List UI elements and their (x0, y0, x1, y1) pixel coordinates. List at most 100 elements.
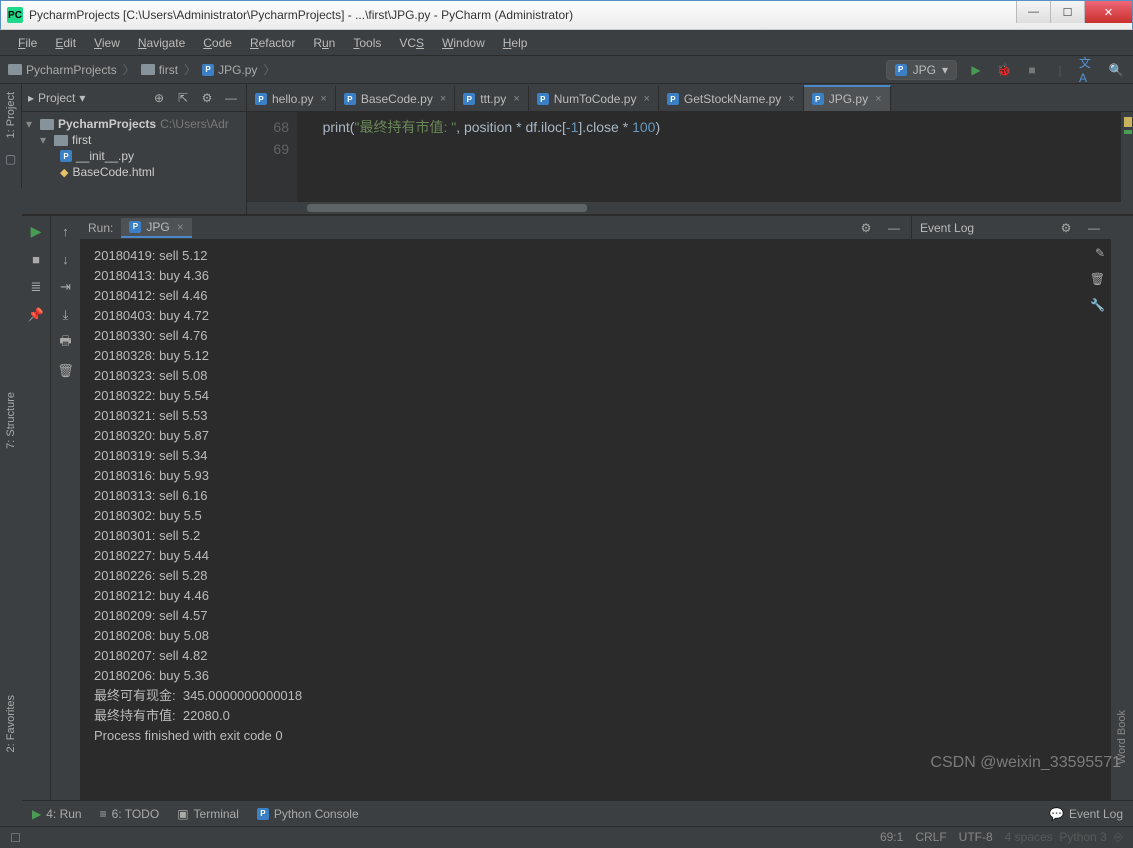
close-icon[interactable]: × (177, 220, 184, 234)
tab-label: ttt.py (480, 92, 506, 106)
layout-icon[interactable]: ≣ (27, 278, 45, 296)
menu-edit[interactable]: Edit (47, 33, 84, 53)
console-line: Process finished with exit code 0 (94, 726, 897, 746)
run-label: Run: (88, 221, 113, 235)
breadcrumb-file[interactable]: JPG.py (218, 63, 257, 77)
close-icon[interactable]: × (643, 93, 649, 105)
up-icon[interactable]: ↑ (57, 222, 75, 240)
menu-window[interactable]: Window (434, 33, 493, 53)
menu-view[interactable]: View (86, 33, 128, 53)
debug-button[interactable]: 🐞 (995, 61, 1013, 79)
code-text[interactable]: print("最终持有市值: ", position * df.iloc[-1]… (297, 112, 660, 202)
minimize-button[interactable]: — (1016, 1, 1050, 23)
menu-bar: File Edit View Navigate Code Refactor Ru… (0, 30, 1133, 56)
gear-icon[interactable]: ⚙ (198, 89, 216, 107)
tree-root[interactable]: ▾ PycharmProjects C:\Users\Adr (22, 116, 246, 132)
tree-folder[interactable]: ▾ first (22, 132, 246, 148)
delete-icon[interactable]: 🗑 (1090, 272, 1105, 286)
hide-icon[interactable]: — (222, 89, 240, 107)
stop-button[interactable]: ■ (27, 250, 45, 268)
python-icon (537, 93, 549, 105)
menu-tools[interactable]: Tools (345, 33, 389, 53)
tab-run-bottom[interactable]: ▶4: Run (32, 807, 82, 821)
tab-wordbook[interactable]: Word Book (1114, 706, 1130, 768)
editor-tab[interactable]: NumToCode.py× (529, 85, 659, 111)
file-encoding[interactable]: UTF-8 (959, 830, 993, 845)
project-panel-title[interactable]: Project (38, 91, 75, 105)
breadcrumb-folder[interactable]: first (159, 63, 178, 77)
wrench-icon[interactable]: 🔧 (1090, 298, 1105, 312)
rerun-button[interactable]: ▶ (27, 222, 45, 240)
context-label[interactable]: 4 spaces Python 3 ⎆ (1005, 830, 1123, 845)
run-tab[interactable]: JPG × (121, 218, 191, 238)
close-icon[interactable]: × (320, 93, 326, 105)
hide-icon[interactable]: — (1085, 219, 1103, 237)
tab-terminal[interactable]: ▣Terminal (177, 807, 239, 821)
menu-refactor[interactable]: Refactor (242, 33, 303, 53)
console-line: 20180313: sell 6.16 (94, 486, 897, 506)
collapse-icon[interactable]: ⇱ (174, 89, 192, 107)
gear-icon[interactable]: ⚙ (1057, 219, 1075, 237)
navigation-bar: PycharmProjects 〉 first 〉 JPG.py 〉 JPG ▾… (0, 56, 1133, 84)
tab-eventlog-bottom[interactable]: 💬Event Log (1049, 807, 1123, 821)
status-icon[interactable]: ☐ (10, 831, 21, 845)
menu-file[interactable]: File (10, 33, 45, 53)
error-stripe[interactable] (1121, 112, 1133, 202)
menu-navigate[interactable]: Navigate (130, 33, 193, 53)
stop-button[interactable]: ■ (1023, 61, 1041, 79)
horizontal-scrollbar[interactable] (247, 202, 1133, 214)
editor-tab[interactable]: hello.py× (247, 85, 336, 111)
tab-python-console[interactable]: Python Console (257, 807, 359, 821)
editor-tab[interactable]: GetStockName.py× (659, 85, 804, 111)
console-line: 20180403: buy 4.72 (94, 306, 897, 326)
tab-structure[interactable]: 7: Structure (3, 388, 19, 453)
close-icon[interactable]: × (513, 93, 519, 105)
tab-todo[interactable]: ≡6: TODO (100, 807, 160, 821)
console-line: 20180212: buy 4.46 (94, 586, 897, 606)
editor-tab[interactable]: ttt.py × (455, 85, 528, 111)
gear-icon[interactable]: ⚙ (857, 219, 875, 237)
folder-icon (141, 64, 155, 75)
close-icon[interactable]: × (788, 93, 794, 105)
clear-icon[interactable]: 🗑 (57, 362, 75, 380)
folder-icon[interactable]: ▢ (2, 150, 20, 168)
close-button[interactable]: ✕ (1084, 1, 1132, 23)
python-icon (667, 93, 679, 105)
menu-code[interactable]: Code (195, 33, 240, 53)
locate-icon[interactable]: ⊕ (150, 89, 168, 107)
project-tree[interactable]: ▾ PycharmProjects C:\Users\Adr ▾ first _… (22, 112, 246, 184)
menu-vcs[interactable]: VCS (391, 33, 432, 53)
menu-help[interactable]: Help (495, 33, 536, 53)
maximize-button[interactable]: ☐ (1050, 1, 1084, 23)
edit-icon[interactable]: ✎ (1095, 246, 1105, 260)
run-panel-header: Run: JPG × ⚙ — (80, 216, 911, 240)
down-icon[interactable]: ↓ (57, 250, 75, 268)
line-separator[interactable]: CRLF (915, 830, 946, 845)
menu-run[interactable]: Run (305, 33, 343, 53)
breadcrumb-root[interactable]: PycharmProjects (26, 63, 117, 77)
run-config-selector[interactable]: JPG ▾ (886, 60, 957, 80)
scroll-to-end-icon[interactable]: ⤓ (57, 306, 75, 324)
console-line: 20180227: buy 5.44 (94, 546, 897, 566)
tab-favorites[interactable]: 2: Favorites (3, 691, 19, 756)
editor-tab[interactable]: JPG.py× (804, 85, 891, 111)
hide-icon[interactable]: — (885, 219, 903, 237)
translate-icon[interactable]: 文A (1079, 61, 1097, 79)
tree-file[interactable]: ◆ BaseCode.html (22, 164, 246, 180)
code-editor[interactable]: 68 69 print("最终持有市值: ", position * df.il… (247, 112, 1133, 202)
search-icon[interactable]: 🔍 (1107, 61, 1125, 79)
tab-project[interactable]: 1: Project (3, 88, 19, 142)
console-line: 20180320: buy 5.87 (94, 426, 897, 446)
close-icon[interactable]: × (875, 93, 881, 105)
project-root-path: C:\Users\Adr (160, 117, 229, 131)
tree-file[interactable]: __init__.py (22, 148, 246, 164)
chevron-down-icon[interactable]: ▾ (79, 91, 85, 105)
close-icon[interactable]: × (440, 93, 446, 105)
editor-tab[interactable]: BaseCode.py× (336, 85, 455, 111)
print-icon[interactable]: 🖶 (57, 334, 75, 352)
cursor-position[interactable]: 69:1 (880, 830, 903, 845)
console-output[interactable]: 20180419: sell 5.1220180413: buy 4.36201… (80, 240, 911, 800)
pin-icon[interactable]: 📌 (27, 306, 45, 324)
soft-wrap-icon[interactable]: ⇥ (57, 278, 75, 296)
run-button[interactable]: ▶ (967, 61, 985, 79)
